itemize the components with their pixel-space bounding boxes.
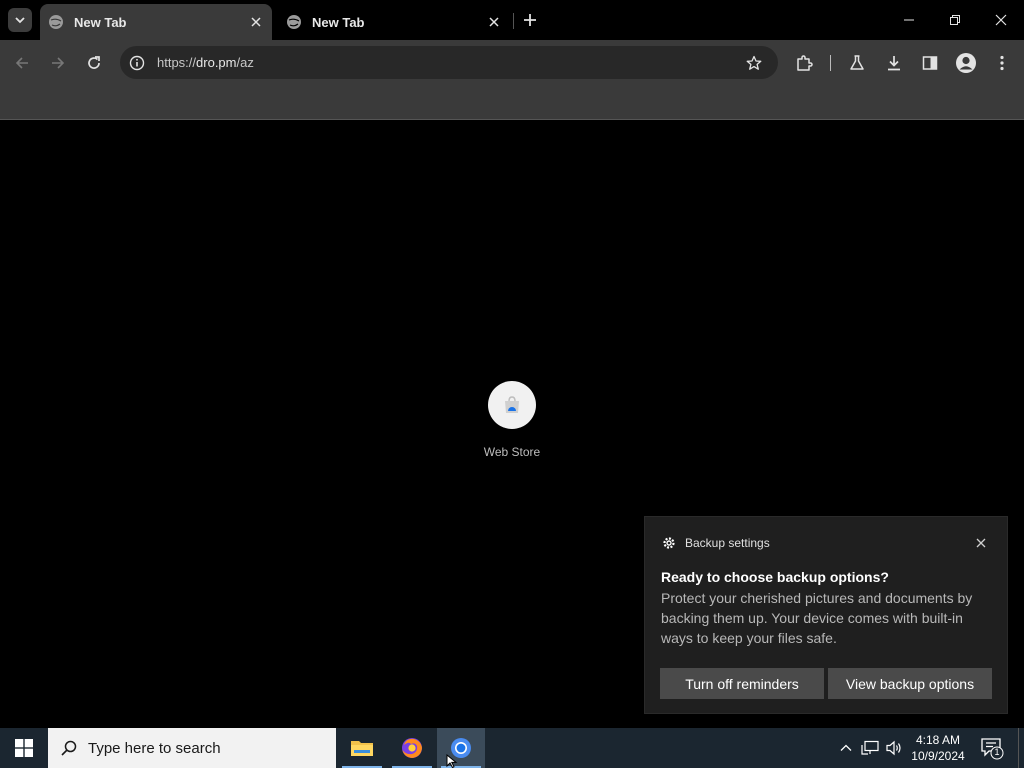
tab-title: New Tab (312, 14, 365, 30)
chevron-down-icon (15, 17, 25, 24)
close-icon (995, 14, 1007, 26)
restore-icon (950, 15, 960, 25)
reload-button[interactable] (80, 49, 108, 77)
volume-icon[interactable] (884, 738, 904, 758)
clock-date: 10/9/2024 (911, 749, 965, 763)
labs-button[interactable] (843, 49, 871, 77)
search-placeholder: Type here to search (88, 739, 221, 757)
toolbar-divider (830, 55, 831, 71)
extensions-button[interactable] (790, 49, 818, 77)
plus-icon (524, 14, 536, 26)
browser-toolbar: https://dro.pm/az (0, 40, 1024, 86)
tab-title: New Tab (74, 14, 127, 30)
folder-icon (351, 741, 373, 756)
reload-icon (88, 56, 100, 69)
gear-icon (663, 537, 675, 549)
shortcut-tile (488, 381, 536, 429)
profile-button[interactable] (952, 49, 980, 77)
show-hidden-icons-button[interactable] (836, 738, 856, 758)
restore-button[interactable] (932, 0, 978, 40)
show-desktop-button[interactable] (1018, 728, 1019, 768)
downloads-button[interactable] (880, 49, 908, 77)
chevron-up-icon (840, 744, 852, 751)
tab-strip: New Tab New Tab (0, 0, 1024, 40)
download-icon (888, 56, 900, 71)
clock-time: 4:18 AM (915, 733, 961, 747)
notification-close-button[interactable] (973, 535, 989, 551)
more-vert-icon (1000, 55, 1004, 71)
network-icon[interactable] (860, 738, 880, 758)
arrow-left-icon (15, 57, 28, 69)
firefox-icon (402, 738, 422, 758)
bookmark-star-icon[interactable] (744, 53, 764, 73)
url-host: dro.pm (196, 55, 237, 70)
search-icon (61, 740, 77, 756)
notification-count-badge: 1 (994, 747, 1000, 757)
notification-app-name: Backup settings (685, 536, 770, 550)
menu-button[interactable] (988, 49, 1016, 77)
notification-title: Ready to choose backup options? (661, 569, 889, 585)
address-bar[interactable]: https://dro.pm/az (120, 46, 778, 79)
close-icon[interactable] (484, 12, 504, 32)
tab-active[interactable]: New Tab (40, 4, 272, 40)
minimize-button[interactable] (886, 0, 932, 40)
taskbar-firefox[interactable] (388, 728, 436, 768)
notification-header: Backup settings (661, 535, 770, 551)
tab-search-button[interactable] (8, 8, 32, 32)
side-panel-button[interactable] (916, 49, 944, 77)
flask-icon (850, 55, 864, 70)
taskbar-file-explorer[interactable] (338, 728, 386, 768)
arrow-right-icon (52, 57, 65, 69)
shortcut-label: Web Store (483, 445, 541, 459)
url-scheme: https:// (157, 55, 197, 70)
tab-inactive[interactable]: New Tab (278, 4, 510, 40)
close-icon (976, 538, 986, 548)
address-url[interactable]: https://dro.pm/az (157, 55, 744, 70)
start-button[interactable] (0, 728, 48, 768)
bookmark-bar (0, 86, 1024, 120)
taskbar-chrome[interactable] (437, 728, 485, 768)
minimize-icon (904, 19, 914, 21)
taskbar: Type here to search 4:18 AM 10/9/2024 1 (0, 728, 1024, 768)
notification-body: Protect your cherished pictures and docu… (661, 590, 973, 646)
forward-button[interactable] (44, 49, 72, 77)
url-path: /az (236, 55, 254, 70)
puzzle-icon (797, 55, 813, 71)
back-button[interactable] (8, 49, 36, 77)
backup-notification[interactable]: Backup settings Ready to choose backup o… (644, 516, 1008, 714)
globe-icon (49, 15, 63, 29)
close-window-button[interactable] (978, 0, 1024, 40)
view-backup-options-button[interactable]: View backup options (828, 668, 992, 699)
site-info-icon[interactable] (128, 54, 146, 72)
close-icon[interactable] (246, 12, 266, 32)
windows-logo-icon (15, 739, 33, 757)
action-center-button[interactable]: 1 (980, 736, 1004, 760)
avatar-icon (956, 53, 976, 73)
globe-icon (287, 15, 301, 29)
web-store-icon (505, 396, 519, 413)
tab-separator (513, 13, 514, 29)
shortcut-web-store[interactable]: Web Store (472, 381, 552, 459)
taskbar-search-box[interactable]: Type here to search (48, 728, 336, 768)
side-panel-icon (922, 56, 938, 70)
new-tab-button[interactable] (518, 8, 542, 32)
taskbar-clock[interactable]: 4:18 AM 10/9/2024 (906, 732, 970, 764)
mouse-cursor-icon (446, 754, 458, 768)
turn-off-reminders-button[interactable]: Turn off reminders (660, 668, 824, 699)
